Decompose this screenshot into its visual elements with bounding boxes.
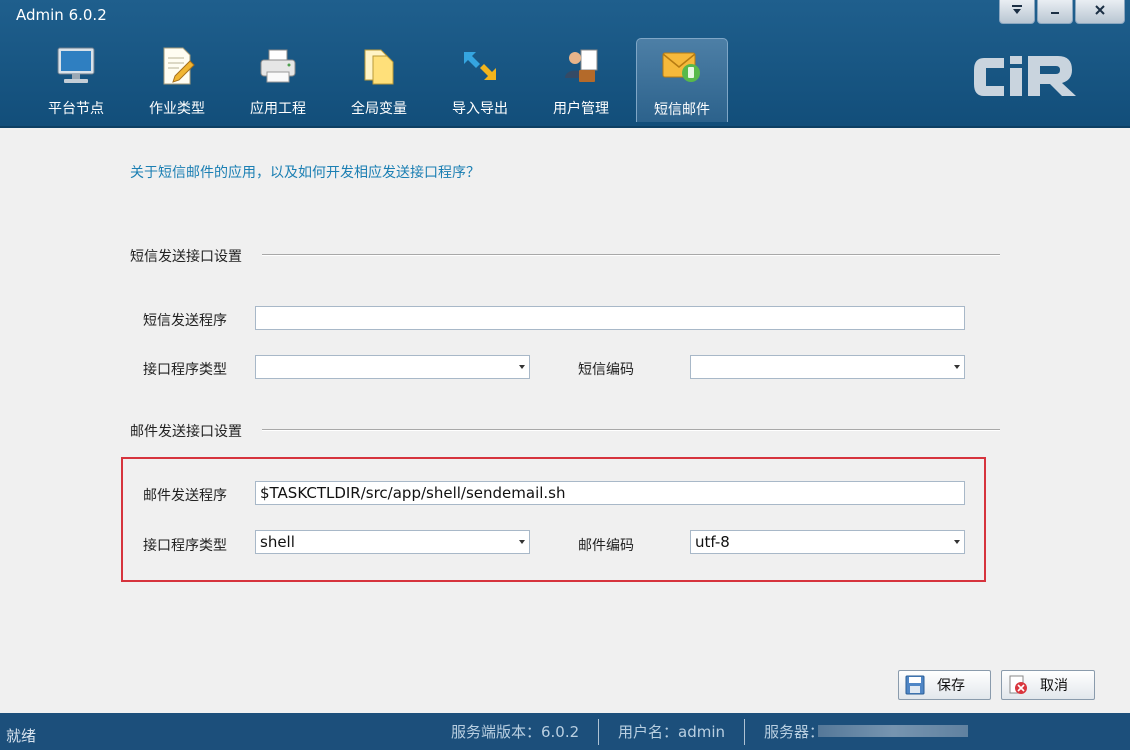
main-tabs: 平台节点 作业类型 应用工程 全局变量 导入导出 用户管理 短信邮件 bbox=[30, 38, 737, 122]
window-controls bbox=[997, 0, 1125, 24]
section-divider bbox=[262, 429, 1000, 431]
sms-program-label: 短信发送程序 bbox=[143, 313, 227, 329]
tab-label: 应用工程 bbox=[250, 101, 306, 117]
highlight-box bbox=[121, 457, 986, 582]
dropdown-arrow-icon bbox=[519, 540, 525, 544]
monitor-icon bbox=[54, 44, 98, 88]
status-separator bbox=[744, 719, 745, 745]
status-separator bbox=[598, 719, 599, 745]
tab-job-types[interactable]: 作业类型 bbox=[131, 38, 223, 122]
user-admin-icon bbox=[559, 44, 603, 88]
sms-section-title: 短信发送接口设置 bbox=[130, 249, 242, 265]
tab-label: 平台节点 bbox=[48, 101, 104, 117]
sms-type-label: 接口程序类型 bbox=[143, 362, 227, 378]
chevron-down-icon bbox=[1010, 3, 1024, 21]
cancel-button[interactable]: 取消 bbox=[1001, 670, 1095, 700]
tab-label: 作业类型 bbox=[149, 101, 205, 117]
tab-label: 导入导出 bbox=[452, 101, 508, 117]
save-icon bbox=[905, 675, 925, 695]
tab-label: 短信邮件 bbox=[654, 102, 710, 118]
mail-section-title: 邮件发送接口设置 bbox=[130, 424, 242, 440]
tab-sms-mail[interactable]: 短信邮件 bbox=[636, 38, 728, 122]
tab-app-projects[interactable]: 应用工程 bbox=[232, 38, 324, 122]
redacted-server-value bbox=[818, 725, 968, 737]
close-button[interactable] bbox=[1075, 0, 1125, 24]
minimize-button[interactable] bbox=[1037, 0, 1073, 24]
status-bar: 就绪 服务端版本：6.0.2 用户名：admin 服务器： bbox=[0, 713, 1130, 750]
dropdown-arrow-icon bbox=[954, 365, 960, 369]
printer-icon bbox=[256, 44, 300, 88]
username: 用户名：admin bbox=[618, 723, 725, 741]
save-button[interactable]: 保存 bbox=[898, 670, 991, 700]
mail-type-select[interactable]: shell bbox=[255, 530, 530, 554]
import-export-arrows-icon bbox=[458, 44, 502, 88]
sms-encoding-select[interactable] bbox=[690, 355, 965, 379]
dropdown-button[interactable] bbox=[999, 0, 1035, 24]
dropdown-arrow-icon bbox=[519, 365, 525, 369]
sms-program-input[interactable] bbox=[255, 306, 965, 330]
close-icon bbox=[1093, 3, 1107, 21]
status-ready: 就绪 bbox=[6, 727, 37, 745]
minimize-icon bbox=[1048, 3, 1062, 21]
cir-logo bbox=[966, 44, 1086, 108]
save-button-label: 保存 bbox=[937, 678, 965, 694]
help-link[interactable]: 关于短信邮件的应用，以及如何开发相应发送接口程序？ bbox=[130, 162, 480, 182]
mail-program-input[interactable]: $TASKCTLDIR/src/app/shell/sendemail.sh bbox=[255, 481, 965, 505]
window-title: Admin 6.0.2 bbox=[16, 6, 107, 24]
mail-type-label: 接口程序类型 bbox=[143, 538, 227, 554]
mail-encoding-value: utf-8 bbox=[695, 533, 730, 551]
server: 服务器： bbox=[764, 723, 825, 741]
mail-encoding-select[interactable]: utf-8 bbox=[690, 530, 965, 554]
files-icon bbox=[357, 44, 401, 88]
cancel-button-label: 取消 bbox=[1040, 678, 1068, 694]
tab-global-vars[interactable]: 全局变量 bbox=[333, 38, 425, 122]
sms-encoding-label: 短信编码 bbox=[578, 362, 634, 378]
tab-label: 用户管理 bbox=[553, 101, 609, 117]
tab-label: 全局变量 bbox=[351, 101, 407, 117]
tab-user-management[interactable]: 用户管理 bbox=[535, 38, 627, 122]
server-version: 服务端版本：6.0.2 bbox=[451, 723, 580, 741]
header-bar: Admin 6.0.2 平台节点 作业类型 应用工程 全局变量 导入导出 用户管… bbox=[0, 0, 1130, 128]
sms-type-select[interactable] bbox=[255, 355, 530, 379]
tab-import-export[interactable]: 导入导出 bbox=[434, 38, 526, 122]
section-divider bbox=[262, 254, 1000, 256]
mail-type-value: shell bbox=[260, 533, 295, 551]
cancel-icon bbox=[1008, 675, 1028, 695]
mail-program-label: 邮件发送程序 bbox=[143, 488, 227, 504]
document-edit-icon bbox=[155, 44, 199, 88]
mail-encoding-label: 邮件编码 bbox=[578, 538, 634, 554]
tab-platform-nodes[interactable]: 平台节点 bbox=[30, 38, 122, 122]
dropdown-arrow-icon bbox=[954, 540, 960, 544]
mail-phone-icon bbox=[660, 45, 704, 89]
